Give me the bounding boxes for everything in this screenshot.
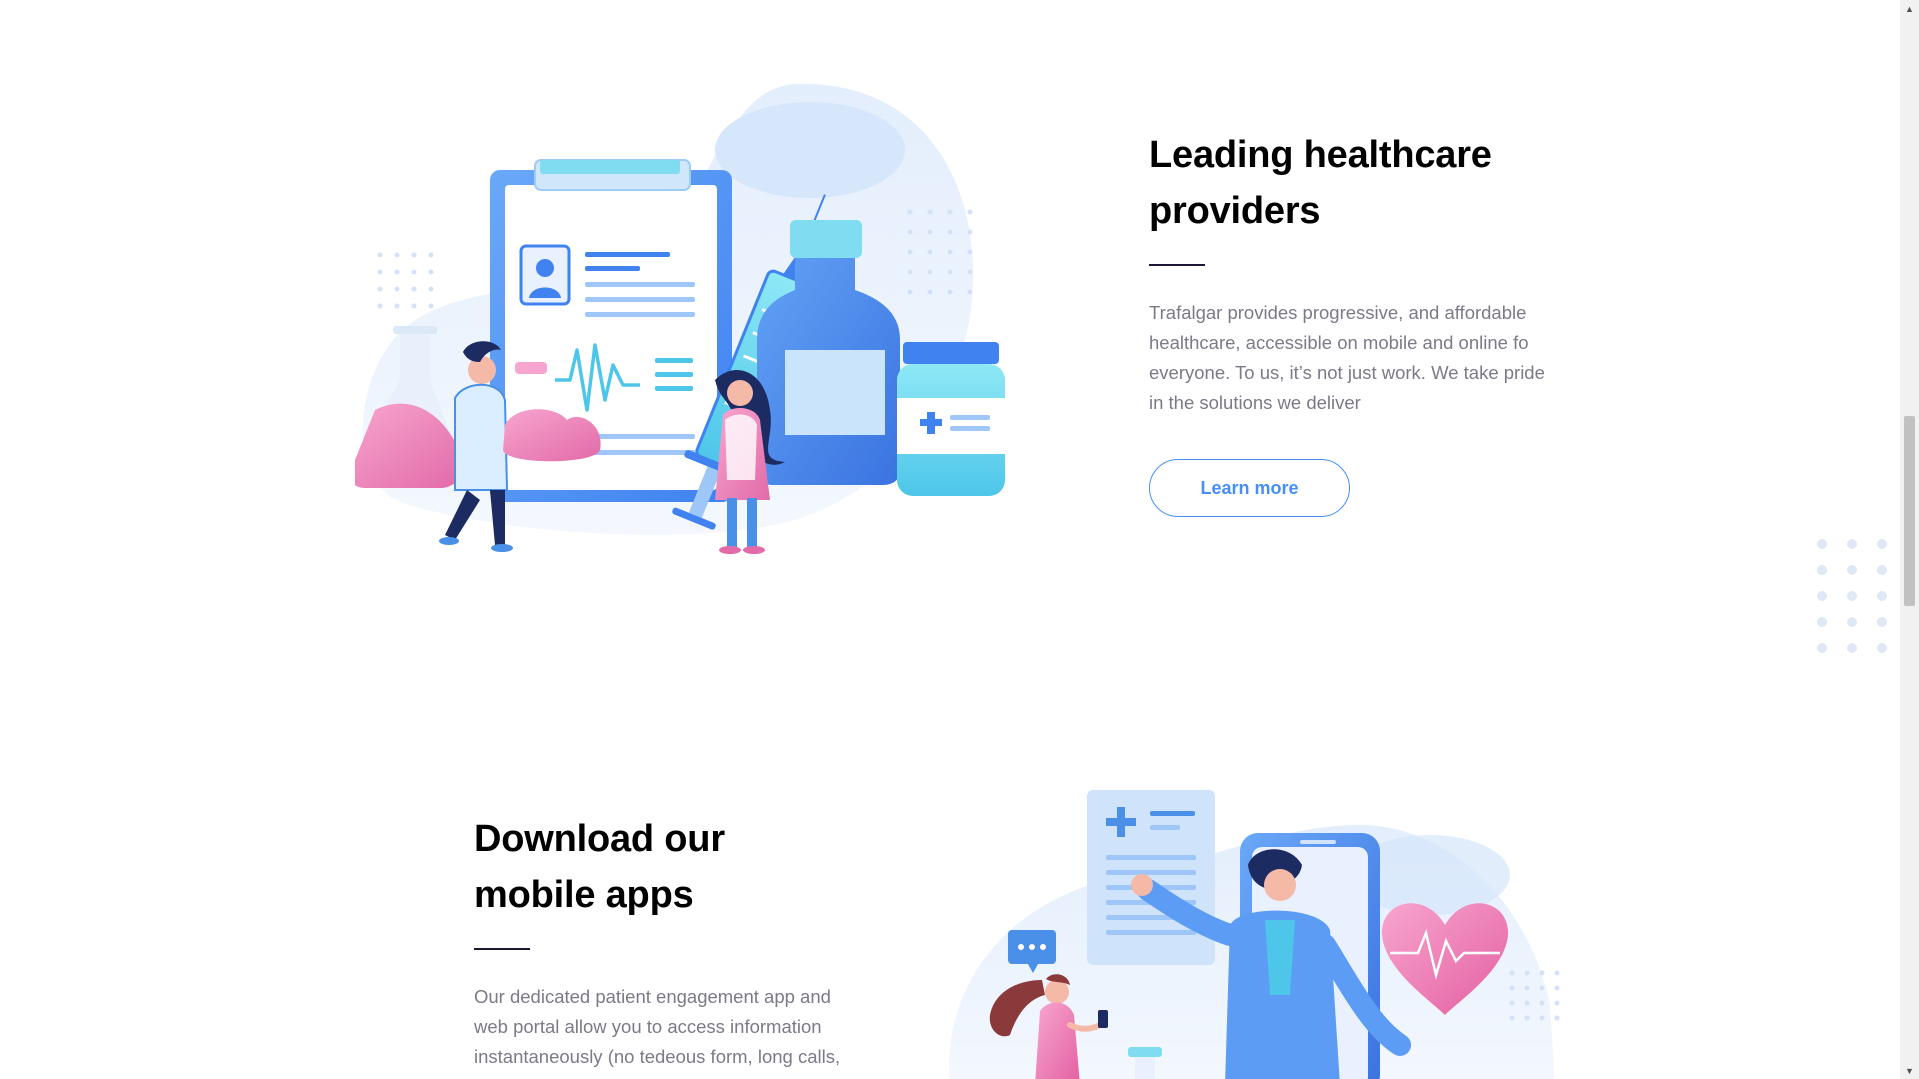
section2-title-line1: Download our bbox=[474, 818, 725, 860]
scroll-down-arrow-icon[interactable]: ▼ bbox=[1900, 1062, 1919, 1079]
scrollbar-thumb[interactable] bbox=[1904, 416, 1915, 606]
section1-description: Trafalgar provides progressive, and affo… bbox=[1149, 302, 1545, 413]
section1-title: Leading healthcare providers bbox=[1149, 127, 1492, 239]
section2-title: Download our mobile apps bbox=[474, 811, 725, 923]
section2-description: Our dedicated patient engagement app and… bbox=[474, 986, 841, 1067]
mobile-apps-illustration bbox=[949, 790, 1560, 1079]
page: Leading healthcare providers Trafalgar p… bbox=[0, 0, 1900, 1079]
vertical-scrollbar[interactable]: ▲ ▼ bbox=[1900, 0, 1919, 1079]
learn-more-button[interactable]: Learn more bbox=[1149, 459, 1350, 517]
section2-divider bbox=[474, 948, 530, 950]
section2-title-line2: mobile apps bbox=[474, 874, 694, 916]
healthcare-providers-illustration bbox=[355, 83, 1005, 554]
section1-title-line1: Leading healthcare bbox=[1149, 134, 1492, 176]
scroll-up-arrow-icon[interactable]: ▲ bbox=[1900, 0, 1919, 17]
section1-divider bbox=[1149, 264, 1205, 266]
section1-title-line2: providers bbox=[1149, 190, 1321, 232]
decorative-dots bbox=[1817, 539, 1887, 653]
